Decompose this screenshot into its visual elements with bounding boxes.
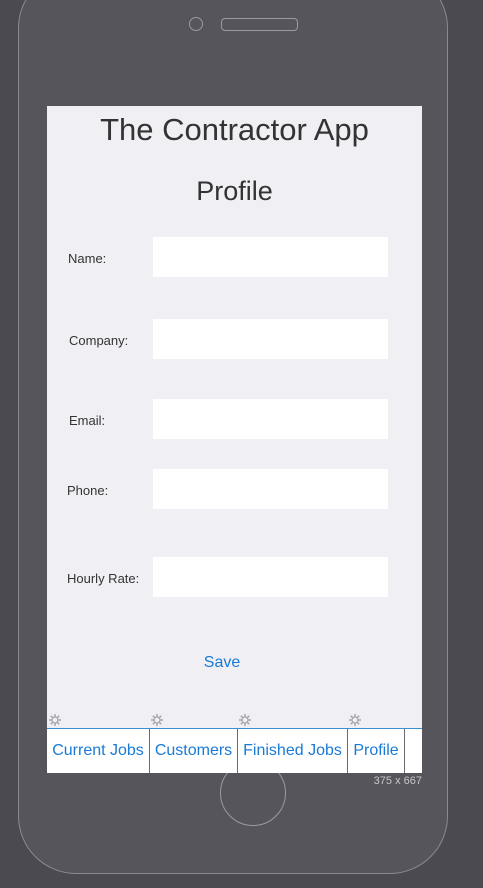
screen-size-label: 375 x 667 xyxy=(373,775,422,787)
tab-current-jobs[interactable]: Current Jobs xyxy=(47,729,150,773)
email-label: Email: xyxy=(69,413,106,428)
hourly-rate-field[interactable] xyxy=(153,557,388,597)
tab-bar: Current Jobs Customers Finished Jobs Pro… xyxy=(47,728,422,773)
app-title: The Contractor App xyxy=(100,112,369,147)
camera-icon xyxy=(189,17,203,31)
speaker-grill xyxy=(221,18,298,31)
tab-profile[interactable]: Profile xyxy=(348,729,405,773)
tab-finished-jobs[interactable]: Finished Jobs xyxy=(238,729,348,773)
gear-icon xyxy=(349,714,361,726)
tab-customers[interactable]: Customers xyxy=(150,729,238,773)
company-label: Company: xyxy=(69,333,129,348)
gear-icon xyxy=(49,714,61,726)
page-title: Profile xyxy=(196,176,273,206)
email-field[interactable] xyxy=(153,399,388,439)
gear-icon xyxy=(239,714,251,726)
app-screen: The Contractor App Profile Name: Company… xyxy=(47,106,422,773)
name-field[interactable] xyxy=(153,237,388,277)
phone-label: Phone: xyxy=(67,483,109,498)
phone-field[interactable] xyxy=(153,469,388,509)
gear-icon xyxy=(151,714,163,726)
company-field[interactable] xyxy=(153,319,388,359)
name-label: Name: xyxy=(68,251,107,266)
save-button[interactable]: Save xyxy=(177,650,267,676)
hourly-rate-label: Hourly Rate: xyxy=(67,571,140,586)
